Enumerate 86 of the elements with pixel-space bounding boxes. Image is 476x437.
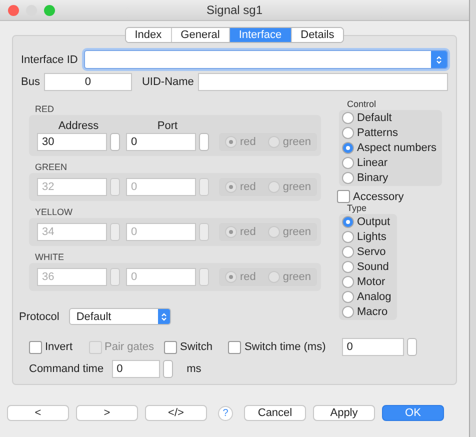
checkbox[interactable] <box>164 340 178 354</box>
spin-field[interactable]: 0 <box>126 133 196 151</box>
stepper-icon[interactable] <box>406 338 417 356</box>
checkbox-label: Invert <box>45 341 73 353</box>
spin-field[interactable]: 0 <box>112 360 160 378</box>
radio-label: Macro <box>357 306 388 318</box>
column-header: Port <box>157 120 178 132</box>
radio-label: Analog <box>357 291 392 303</box>
radio-button[interactable] <box>342 231 354 243</box>
radio-label: green <box>282 181 312 193</box>
radio-label: green <box>282 271 312 283</box>
stepper-icon[interactable] <box>110 133 120 151</box>
radio-label: Sound <box>357 261 389 273</box>
radio-label: Lights <box>357 231 386 243</box>
radio-button[interactable] <box>342 246 354 258</box>
zoom-icon[interactable] <box>44 4 55 16</box>
group-label: YELLOW <box>34 207 74 217</box>
dialog-button[interactable]: Cancel <box>244 405 306 421</box>
radio-button[interactable] <box>342 112 354 124</box>
close-icon[interactable] <box>8 4 19 16</box>
radio-button[interactable] <box>342 306 354 318</box>
checkbox[interactable] <box>29 340 42 354</box>
radio-button[interactable] <box>342 172 354 184</box>
radio-button[interactable] <box>342 216 354 228</box>
radio-label: red <box>240 226 256 238</box>
radio-label: Servo <box>357 246 386 258</box>
radio-button[interactable] <box>342 157 354 169</box>
radio-button[interactable] <box>342 142 354 154</box>
radio-label: Patterns <box>357 127 398 139</box>
group-label: GREEN <box>34 162 68 172</box>
checkbox[interactable] <box>228 340 242 354</box>
tab[interactable]: Details <box>290 28 344 42</box>
checkbox-label: Switch time (ms) <box>244 341 326 353</box>
field-label: Bus <box>21 76 40 88</box>
stepper-icon[interactable] <box>110 223 120 241</box>
radio-button[interactable] <box>268 136 280 148</box>
group-label: Type <box>346 203 367 213</box>
radio-label: Motor <box>357 276 386 288</box>
group-label: RED <box>34 104 56 114</box>
group-label: WHITE <box>34 252 65 262</box>
radio-label: Aspect numbers <box>357 142 436 154</box>
stepper-icon[interactable] <box>199 223 209 241</box>
radio-label: Binary <box>357 172 388 184</box>
radio-label: green <box>282 226 312 238</box>
bus-field[interactable]: 0 <box>44 73 132 91</box>
dialog-button[interactable]: Apply <box>313 405 375 421</box>
radio-label: green <box>282 136 312 148</box>
radio-button[interactable] <box>342 276 354 288</box>
field-label: Command time <box>29 363 104 375</box>
stepper-icon[interactable] <box>199 133 209 151</box>
radio-label: Linear <box>357 157 388 169</box>
stepper-icon[interactable] <box>110 268 120 286</box>
stepper-icon[interactable] <box>110 178 120 196</box>
radio-label: red <box>240 181 256 193</box>
field-label: Protocol <box>19 310 60 322</box>
stepper-icon[interactable] <box>162 360 173 378</box>
window-title: Signal sg1 <box>206 3 263 17</box>
dialog-button[interactable]: </> <box>145 405 207 421</box>
stepper-icon[interactable] <box>199 178 209 196</box>
radio-button[interactable] <box>342 291 354 303</box>
chevron-icon <box>435 54 443 66</box>
protocol-select[interactable]: Default <box>69 308 172 325</box>
checkbox-label: Switch <box>180 341 212 353</box>
checkbox-label: Accessory <box>353 190 404 202</box>
checkbox-label: Pair gates <box>104 341 154 353</box>
radio-label: red <box>240 271 256 283</box>
radio-label: Default <box>357 112 392 124</box>
column-header: Address <box>58 120 99 132</box>
field-label: UID-Name <box>142 76 194 88</box>
radio-label: Output <box>357 216 390 228</box>
field-label: Interface ID <box>21 54 78 66</box>
uid-name-field[interactable] <box>198 73 448 91</box>
dialog-button[interactable]: > <box>76 405 138 421</box>
unit-label: ms <box>186 363 202 375</box>
checkbox[interactable] <box>337 190 350 203</box>
interface-id-combo[interactable] <box>84 50 448 69</box>
spin-field[interactable]: 30 <box>37 133 107 151</box>
radio-label: red <box>240 136 256 148</box>
chevron-icon <box>160 310 168 322</box>
radio-button[interactable] <box>342 127 354 139</box>
spin-field[interactable]: 0 <box>342 338 404 356</box>
stepper-icon[interactable] <box>199 268 209 286</box>
radio-button[interactable] <box>225 136 237 148</box>
group-label: Control <box>346 99 376 109</box>
dialog-button[interactable]: < <box>7 405 69 421</box>
radio-button[interactable] <box>342 261 354 273</box>
